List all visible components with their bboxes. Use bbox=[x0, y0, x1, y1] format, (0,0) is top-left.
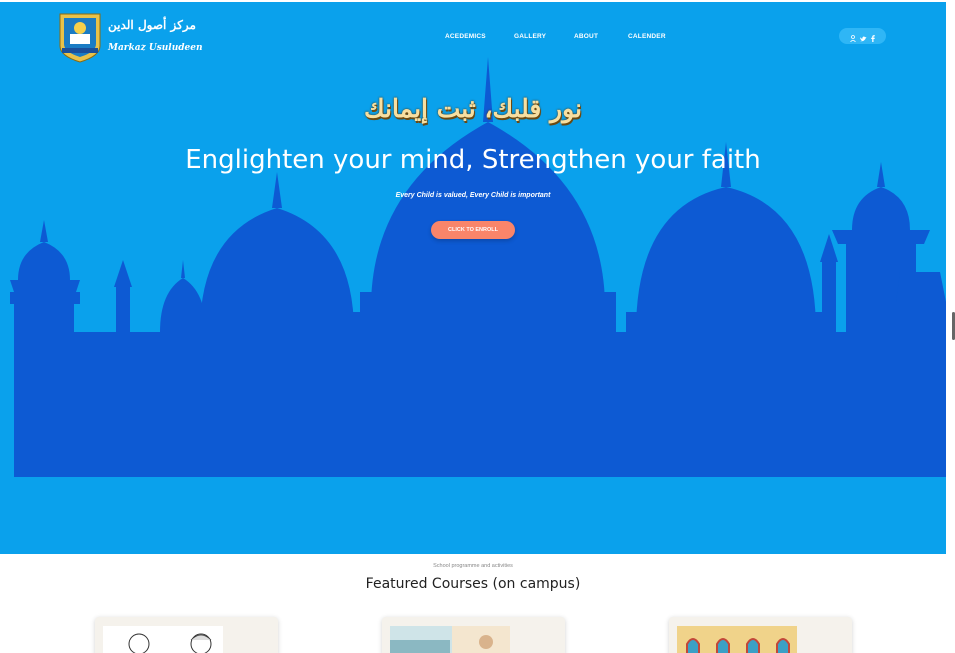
enroll-button[interactable]: CLICK TO ENROLL bbox=[431, 221, 515, 239]
user-icon[interactable] bbox=[850, 27, 856, 46]
social-links bbox=[839, 28, 886, 44]
course-thumbnail bbox=[677, 626, 797, 653]
brand-english-name: Markaz Usuludeen bbox=[108, 43, 203, 53]
course-card[interactable] bbox=[382, 617, 565, 653]
twitter-icon[interactable] bbox=[860, 27, 867, 46]
course-thumbnail bbox=[103, 626, 223, 653]
featured-title: Featured Courses (on campus) bbox=[365, 576, 581, 592]
hero-banner: مركز أصول الدين Markaz Usuludeen ACEDEMI… bbox=[0, 2, 946, 554]
hero-tagline: Every Child is valued, Every Child is im… bbox=[395, 192, 551, 199]
hero-headline: Englighten your mind, Strengthen your fa… bbox=[185, 145, 761, 175]
brand-arabic-name: مركز أصول الدين bbox=[108, 18, 196, 32]
nav-item-about[interactable]: ABOUT bbox=[574, 33, 598, 40]
course-thumbnail bbox=[390, 626, 510, 653]
facebook-icon[interactable] bbox=[871, 27, 875, 46]
course-card[interactable] bbox=[95, 617, 278, 653]
featured-subtitle: School programme and activities bbox=[433, 563, 513, 569]
arabic-headline: نور قلبك، ثبت إيمانك bbox=[363, 94, 583, 123]
course-card[interactable] bbox=[669, 617, 852, 653]
mosque-silhouette bbox=[10, 57, 946, 477]
nav-item-calender[interactable]: CALENDER bbox=[628, 33, 666, 40]
nav-item-gallery[interactable]: GALLERY bbox=[514, 33, 546, 40]
nav-item-acedemics[interactable]: ACEDEMICS bbox=[445, 33, 486, 40]
page: مركز أصول الدين Markaz Usuludeen ACEDEMI… bbox=[0, 0, 955, 653]
school-logo bbox=[59, 13, 101, 63]
